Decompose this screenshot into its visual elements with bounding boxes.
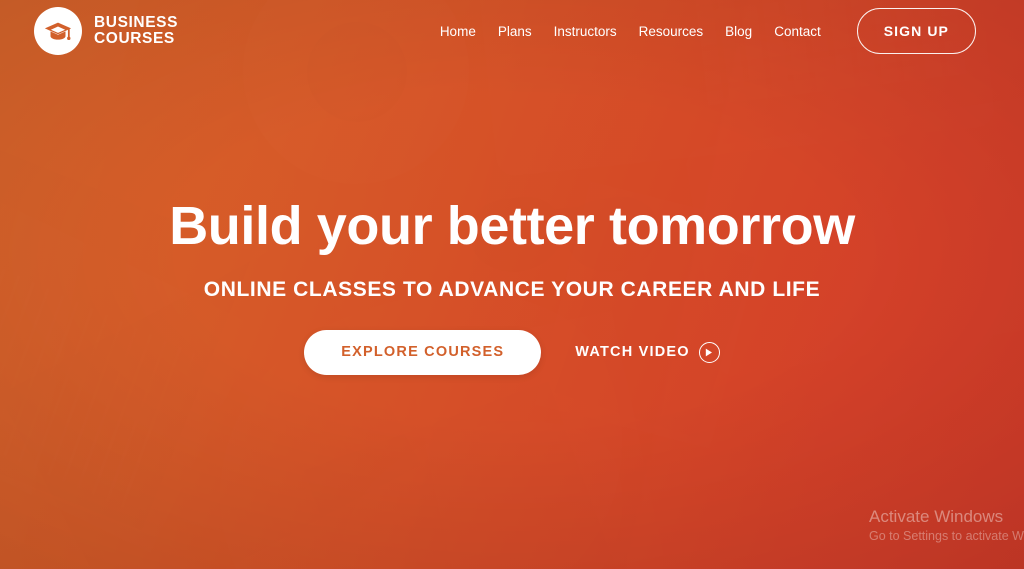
- nav-item-resources[interactable]: Resources: [639, 24, 704, 39]
- nav-item-blog[interactable]: Blog: [725, 24, 752, 39]
- main-navigation: Home Plans Instructors Resources Blog Co…: [440, 8, 1024, 54]
- explore-courses-button[interactable]: EXPLORE COURSES: [304, 330, 542, 375]
- brand-name-line1: BUSINESS: [94, 14, 179, 31]
- brand-name: BUSINESS COURSES: [94, 15, 178, 47]
- hero-subtitle: ONLINE CLASSES TO ADVANCE YOUR CAREER AN…: [203, 278, 821, 301]
- watch-video-button[interactable]: WATCH VIDEO: [575, 341, 720, 363]
- graduation-cap-icon: [34, 7, 82, 55]
- landing-page-hero-section: BUSINESS COURSES Home Plans Instructors …: [0, 0, 1024, 569]
- watch-video-label: WATCH VIDEO: [575, 344, 690, 360]
- nav-item-instructors[interactable]: Instructors: [554, 24, 617, 39]
- nav-item-home[interactable]: Home: [440, 24, 476, 39]
- hero-actions: EXPLORE COURSES WATCH VIDEO: [0, 330, 1024, 375]
- nav-item-plans[interactable]: Plans: [498, 24, 532, 39]
- brand-name-line2: COURSES: [94, 30, 175, 47]
- sign-up-button[interactable]: SIGN UP: [856, 8, 976, 54]
- brand-logo[interactable]: BUSINESS COURSES: [34, 7, 178, 55]
- hero-title: Build your better tomorrow: [169, 196, 855, 256]
- play-circle-icon: [698, 341, 720, 363]
- site-header: BUSINESS COURSES Home Plans Instructors …: [0, 0, 1024, 62]
- nav-item-contact[interactable]: Contact: [774, 24, 821, 39]
- hero-content: Build your better tomorrow ONLINE CLASSE…: [0, 196, 1024, 375]
